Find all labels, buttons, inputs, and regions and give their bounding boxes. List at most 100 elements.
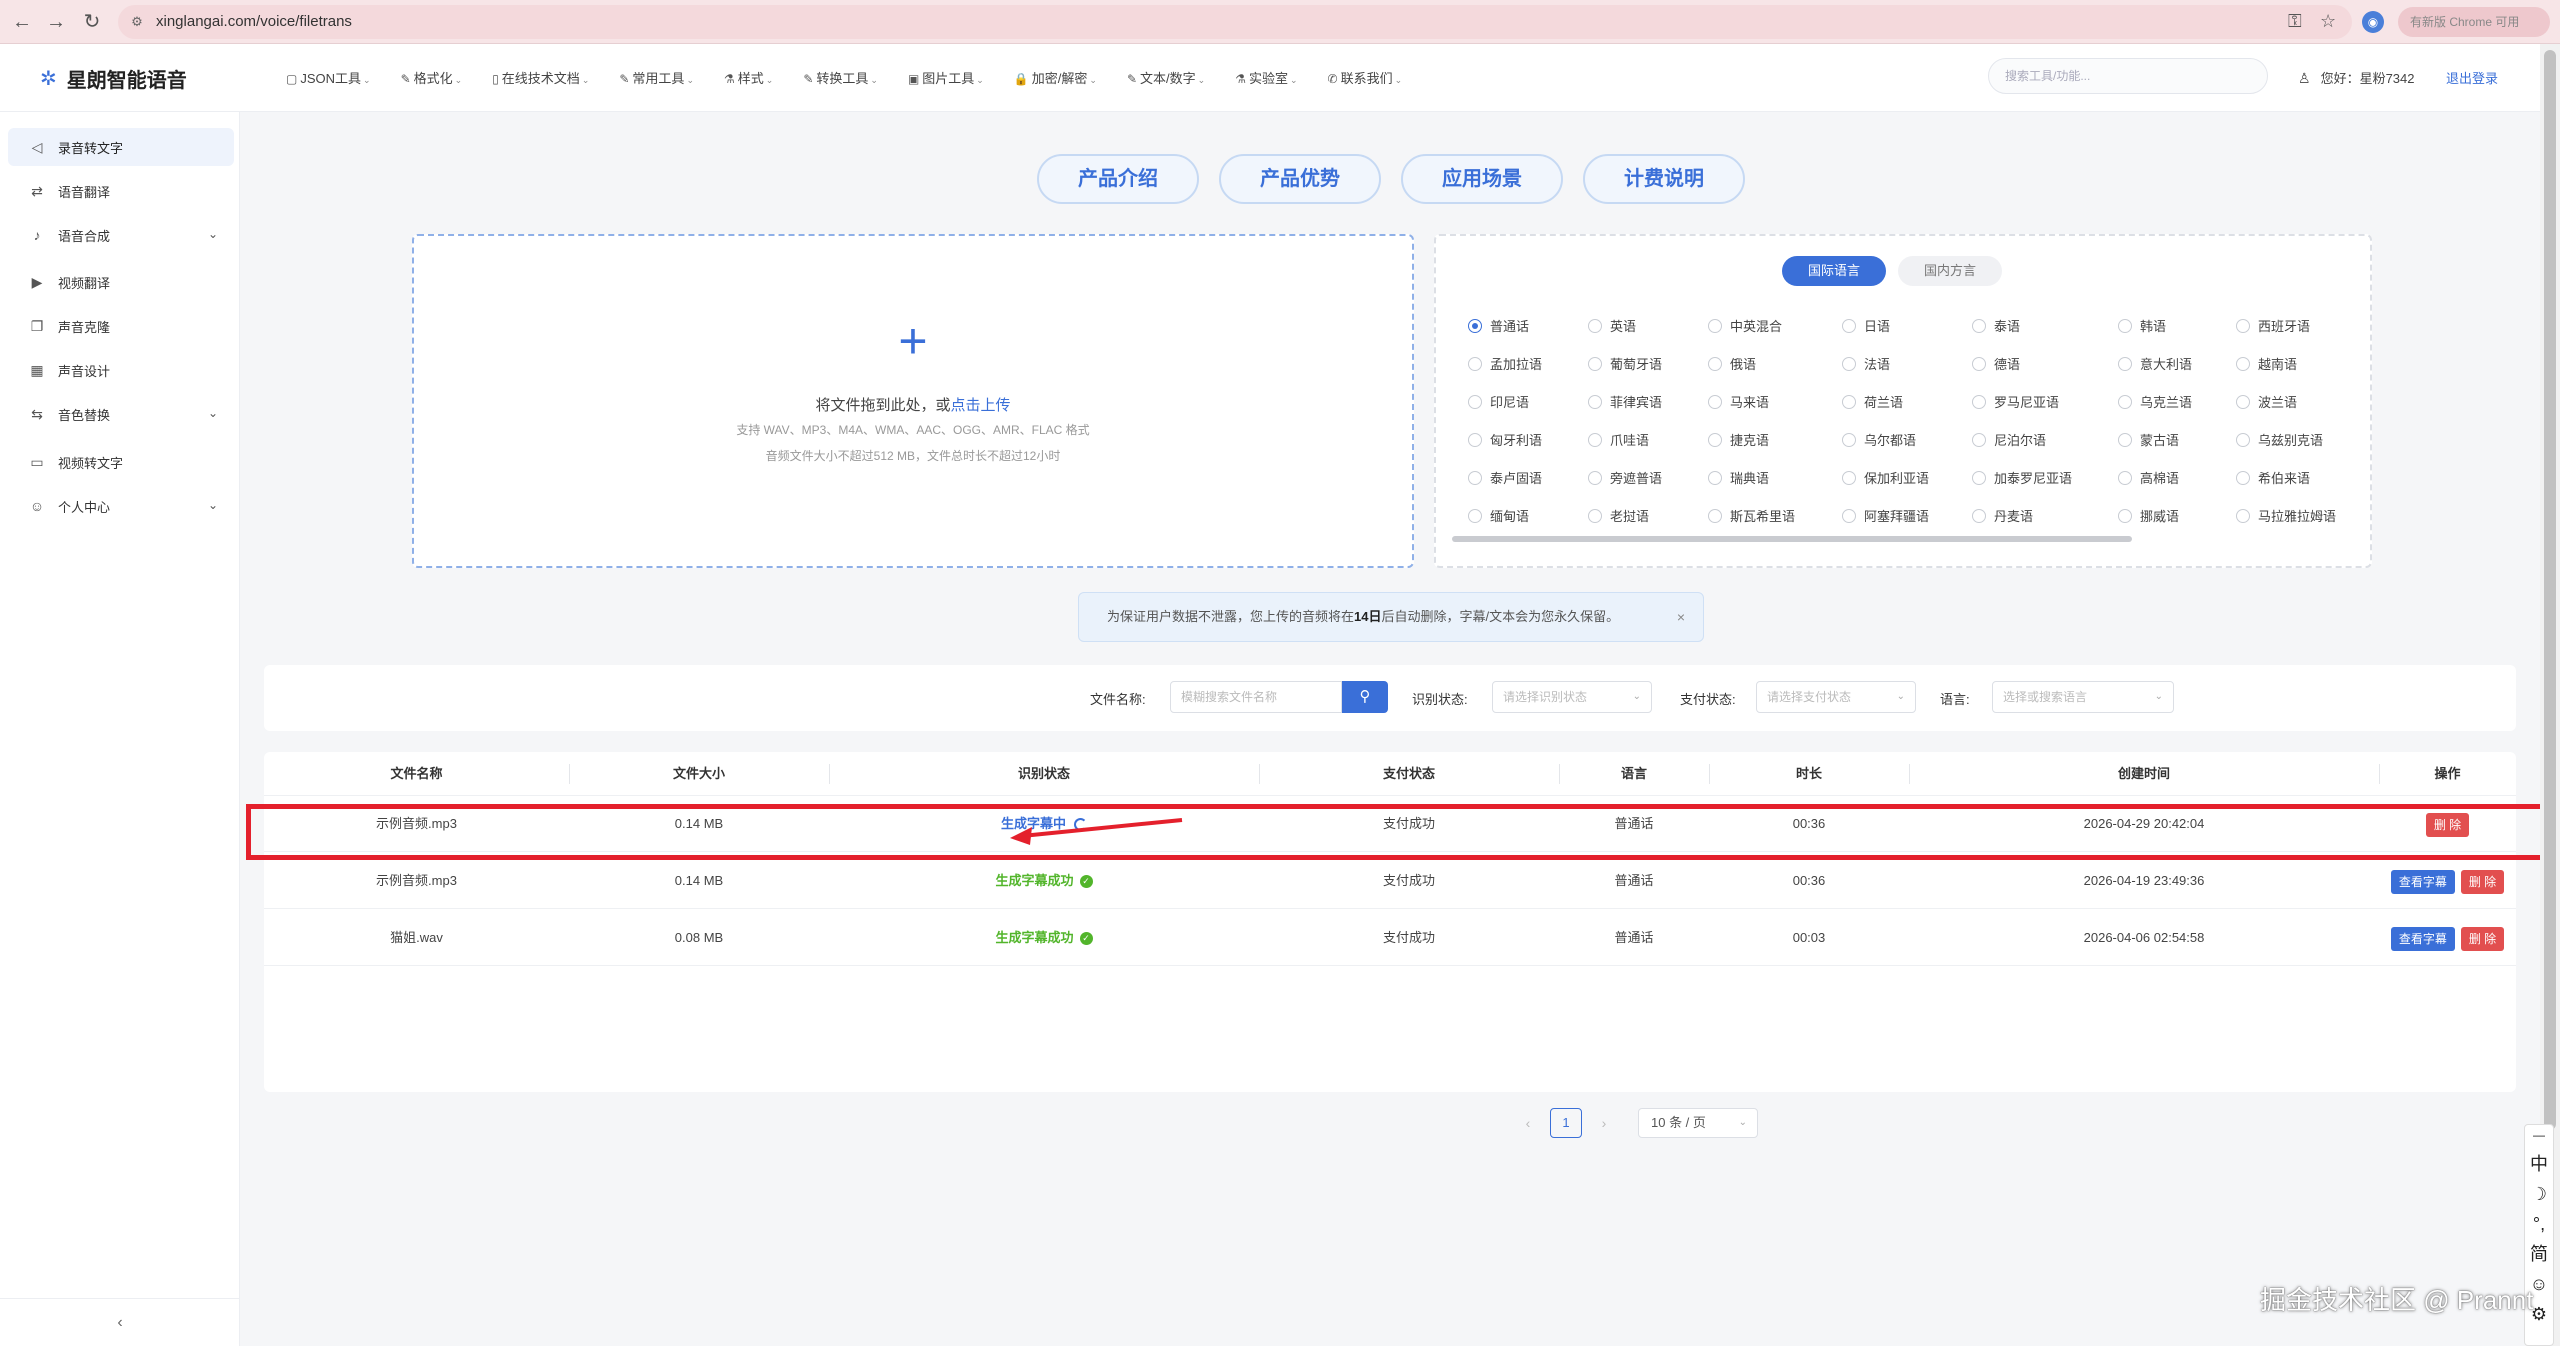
language-option[interactable]: 尼泊尔语 bbox=[1972, 430, 2046, 449]
delete-button[interactable]: 删 除 bbox=[2460, 926, 2505, 951]
key-icon[interactable]: ⚿ bbox=[2288, 11, 2302, 32]
tab-international[interactable]: 国际语言 bbox=[1782, 256, 1886, 286]
radio-button[interactable] bbox=[1708, 318, 1722, 333]
language-option[interactable]: 加泰罗尼亚语 bbox=[1972, 468, 2072, 487]
radio-button[interactable] bbox=[1842, 318, 1856, 333]
language-option[interactable]: 孟加拉语 bbox=[1468, 354, 1542, 373]
language-option[interactable]: 丹麦语 bbox=[1972, 506, 2033, 525]
radio-button[interactable] bbox=[1468, 394, 1482, 409]
language-select[interactable]: 选择或搜索语言 ⌄ bbox=[1992, 681, 2174, 713]
forward-icon[interactable]: → bbox=[42, 8, 70, 36]
sidebar-item[interactable]: ◁ 录音转文字 bbox=[8, 128, 234, 166]
language-option[interactable]: 德语 bbox=[1972, 354, 2020, 373]
language-option[interactable]: 蒙古语 bbox=[2118, 430, 2179, 449]
chevron-down-icon[interactable]: ⌄ bbox=[208, 406, 218, 420]
radio-button[interactable] bbox=[1468, 470, 1482, 485]
ime-chinese-mode-icon[interactable]: 中 bbox=[2525, 1149, 2553, 1179]
language-option[interactable]: 意大利语 bbox=[2118, 354, 2192, 373]
language-option[interactable]: 中英混合 bbox=[1708, 316, 1782, 335]
language-option[interactable]: 高棉语 bbox=[2118, 468, 2179, 487]
radio-button[interactable] bbox=[1468, 356, 1482, 371]
nav-item[interactable]: ▣ 图片工具 ⌄ bbox=[908, 68, 984, 87]
radio-button[interactable] bbox=[2118, 318, 2132, 333]
radio-button[interactable] bbox=[1588, 394, 1602, 409]
language-option[interactable]: 老挝语 bbox=[1588, 506, 1649, 525]
radio-button[interactable] bbox=[2118, 432, 2132, 447]
language-option[interactable]: 捷克语 bbox=[1708, 430, 1769, 449]
radio-button[interactable] bbox=[1972, 318, 1986, 333]
upload-dropzone[interactable]: + 将文件拖到此处，或点击上传 支持 WAV、MP3、M4A、WMA、AAC、O… bbox=[412, 234, 1414, 568]
language-option[interactable]: 波兰语 bbox=[2236, 392, 2297, 411]
language-option[interactable]: 挪威语 bbox=[2118, 506, 2179, 525]
radio-button[interactable] bbox=[1708, 508, 1722, 523]
nav-item[interactable]: ▯ 在线技术文档 ⌄ bbox=[492, 68, 589, 87]
radio-button[interactable] bbox=[2118, 394, 2132, 409]
radio-button[interactable] bbox=[1972, 470, 1986, 485]
ime-handle-icon[interactable]: — bbox=[2525, 1125, 2553, 1149]
language-option[interactable]: 乌尔都语 bbox=[1842, 430, 1916, 449]
nav-item[interactable]: ⚗ 实验室 ⌄ bbox=[1235, 68, 1297, 87]
sidebar-item[interactable]: ▦ 声音设计 bbox=[8, 351, 234, 389]
nav-item[interactable]: ✎ 常用工具 ⌄ bbox=[619, 68, 694, 87]
language-option[interactable]: 泰卢固语 bbox=[1468, 468, 1542, 487]
url-text[interactable]: xinglangai.com/voice/filetrans bbox=[156, 13, 352, 30]
product-intro-button[interactable]: 产品介绍 bbox=[1037, 154, 1199, 204]
radio-button[interactable] bbox=[1588, 318, 1602, 333]
language-option[interactable]: 希伯来语 bbox=[2236, 468, 2310, 487]
language-option[interactable]: 越南语 bbox=[2236, 354, 2297, 373]
radio-button[interactable] bbox=[2236, 394, 2250, 409]
logo[interactable]: ✲ 星朗智能语音 bbox=[40, 64, 187, 93]
language-option[interactable]: 乌兹别克语 bbox=[2236, 430, 2323, 449]
radio-button[interactable] bbox=[1588, 470, 1602, 485]
radio-button[interactable] bbox=[1708, 432, 1722, 447]
radio-button[interactable] bbox=[1972, 356, 1986, 371]
radio-button[interactable] bbox=[1468, 432, 1482, 447]
radio-button[interactable] bbox=[1972, 394, 1986, 409]
delete-button[interactable]: 删 除 bbox=[2460, 869, 2505, 894]
page-size-select[interactable]: 10 条 / 页 ⌄ bbox=[1638, 1108, 1758, 1138]
nav-item[interactable]: ✎ 格式化 ⌄ bbox=[401, 68, 463, 87]
view-subtitle-button[interactable]: 查看字幕 bbox=[2390, 869, 2455, 894]
nav-item[interactable]: ⚗ 样式 ⌄ bbox=[724, 68, 773, 87]
radio-button[interactable] bbox=[1842, 508, 1856, 523]
language-option[interactable]: 缅甸语 bbox=[1468, 506, 1529, 525]
language-option[interactable]: 马拉雅拉姆语 bbox=[2236, 506, 2336, 525]
user-greeting[interactable]: ♙ 您好：星粉7342 bbox=[2298, 68, 2414, 87]
ime-punctuation-icon[interactable]: °, bbox=[2525, 1209, 2553, 1239]
site-info-icon[interactable]: ⚙ bbox=[128, 13, 146, 31]
radio-button[interactable] bbox=[2236, 432, 2250, 447]
filename-search-input[interactable]: 模糊搜索文件名称 bbox=[1170, 681, 1342, 713]
pricing-button[interactable]: 计费说明 bbox=[1583, 154, 1745, 204]
radio-button[interactable] bbox=[1842, 470, 1856, 485]
ime-moon-icon[interactable]: ☽ bbox=[2525, 1179, 2553, 1209]
nav-item[interactable]: 🔒 加密/解密 ⌄ bbox=[1014, 68, 1097, 87]
radio-button[interactable] bbox=[2118, 356, 2132, 371]
language-option[interactable]: 法语 bbox=[1842, 354, 1890, 373]
nav-item[interactable]: ✎ 转换工具 ⌄ bbox=[803, 68, 878, 87]
product-advantage-button[interactable]: 产品优势 bbox=[1219, 154, 1381, 204]
language-option[interactable]: 匈牙利语 bbox=[1468, 430, 1542, 449]
chrome-update-button[interactable]: 有新版 Chrome 可用 bbox=[2398, 7, 2550, 37]
language-option[interactable]: 泰语 bbox=[1972, 316, 2020, 335]
language-option[interactable]: 印尼语 bbox=[1468, 392, 1529, 411]
chevron-down-icon[interactable]: ⌄ bbox=[208, 227, 218, 241]
sidebar-item[interactable]: ⇆ 音色替换 ⌄ bbox=[8, 395, 234, 433]
language-option[interactable]: 普通话 bbox=[1468, 316, 1529, 335]
scrollbar-thumb[interactable] bbox=[2544, 50, 2556, 1130]
tab-dialect[interactable]: 国内方言 bbox=[1898, 256, 2002, 286]
radio-button[interactable] bbox=[2118, 470, 2132, 485]
tool-search-input[interactable]: 搜索工具/功能... bbox=[1988, 58, 2268, 94]
radio-button[interactable] bbox=[2236, 470, 2250, 485]
radio-button[interactable] bbox=[1708, 470, 1722, 485]
language-scrollbar[interactable] bbox=[1452, 536, 2132, 542]
radio-button[interactable] bbox=[2236, 318, 2250, 333]
language-option[interactable]: 阿塞拜疆语 bbox=[1842, 506, 1929, 525]
back-icon[interactable]: ← bbox=[8, 8, 36, 36]
radio-button[interactable] bbox=[1588, 432, 1602, 447]
ime-simplified-icon[interactable]: 简 bbox=[2525, 1239, 2553, 1269]
language-option[interactable]: 菲律宾语 bbox=[1588, 392, 1662, 411]
radio-button[interactable] bbox=[1588, 508, 1602, 523]
radio-button[interactable] bbox=[1588, 356, 1602, 371]
sidebar-item[interactable]: ☺ 个人中心 ⌄ bbox=[8, 487, 234, 525]
radio-button[interactable] bbox=[2236, 508, 2250, 523]
